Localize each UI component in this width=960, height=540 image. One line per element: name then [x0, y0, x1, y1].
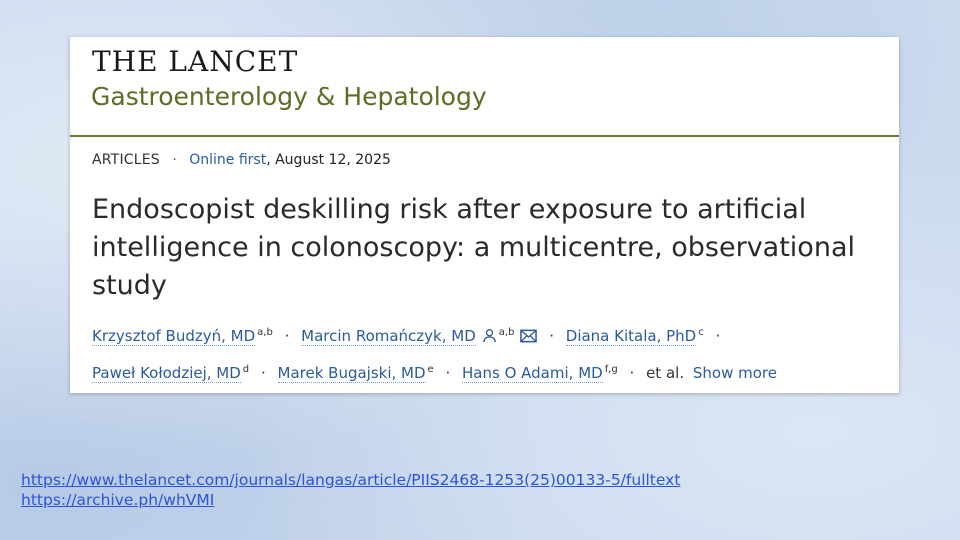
author-separator: · [284, 327, 290, 345]
author-affiliation: a,b [257, 327, 273, 338]
author-link[interactable]: Marcin Romańczyk, MD [301, 327, 476, 346]
article-type: ARTICLES [92, 152, 160, 168]
author-separator: · [549, 327, 554, 345]
journal-subtitle: Gastroenterology & Hepatology [91, 82, 487, 111]
journal-masthead: THE LANCET Gastroenterology & Hepatology [70, 37, 899, 137]
author-link[interactable]: Paweł Kołodziej, MD [92, 364, 241, 383]
meta-separator: · [172, 152, 177, 168]
author-link[interactable]: Diana Kitala, PhD [565, 327, 697, 346]
author-link[interactable]: Hans O Adami, MD [462, 364, 603, 383]
author-link[interactable]: Krzysztof Budzyń, MD [92, 327, 256, 346]
et-al-text: et al. [646, 364, 685, 382]
publication-date: , August 12, 2025 [266, 152, 391, 168]
author-separator: · [260, 364, 266, 382]
online-first-link[interactable]: Online first [189, 152, 266, 168]
author-affiliation: e [427, 364, 434, 375]
author-affiliation: c [698, 327, 704, 338]
author-affiliation: d [242, 364, 250, 375]
lancet-article-link[interactable]: https://www.thelancet.com/journals/langa… [21, 470, 680, 490]
article-title: Endoscopist deskilling risk after exposu… [92, 194, 855, 301]
show-more-button[interactable]: Show more [693, 364, 777, 382]
author-separator: · [715, 327, 721, 345]
author-list: Krzysztof Budzyń, MD a,b · Marcin Romańcz… [92, 317, 882, 389]
envelope-icon[interactable] [520, 323, 538, 354]
author-separator: · [629, 364, 635, 382]
author-separator: · [445, 364, 451, 382]
article-card: THE LANCET Gastroenterology & Hepatology… [70, 37, 899, 393]
author-link[interactable]: Marek Bugajski, MD [277, 364, 426, 383]
archive-link[interactable]: https://archive.ph/whVMI [21, 490, 680, 510]
journal-name: THE LANCET [92, 45, 299, 78]
source-links: https://www.thelancet.com/journals/langa… [21, 470, 680, 510]
author-affiliation: a,b [498, 327, 515, 338]
author-affiliation: f,g [604, 364, 618, 375]
article-meta: ARTICLES · Online first, August 12, 2025 [92, 152, 391, 168]
person-icon[interactable] [482, 323, 497, 354]
